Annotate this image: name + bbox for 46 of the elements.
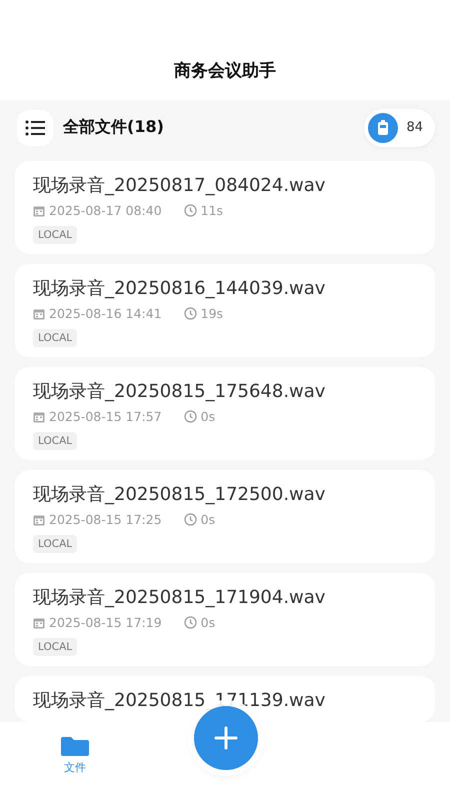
folder-icon	[61, 736, 89, 756]
file-date: 2025-08-15 17:25	[49, 512, 162, 527]
file-card[interactable]: 现场录音_20250815_171139.wav	[15, 676, 435, 722]
clock-icon	[184, 410, 197, 423]
battery-icon	[368, 112, 398, 142]
calendar-icon	[33, 308, 45, 320]
calendar-icon	[33, 410, 45, 422]
file-card[interactable]: 现场录音_20250816_144039.wav 2025-08-16 14:41 19s LOCAL	[15, 264, 435, 357]
file-name: 现场录音_20250815_175648.wav	[33, 380, 326, 403]
file-date: 2025-08-15 17:19	[49, 615, 162, 630]
file-duration: 11s	[200, 203, 224, 218]
app-title: 商务会议助手	[174, 60, 276, 82]
calendar-icon	[33, 514, 45, 526]
file-card[interactable]: 现场录音_20250815_172500.wav 2025-08-15 17:25 0s LOCAL	[15, 470, 435, 563]
file-duration: 19s	[200, 306, 224, 321]
file-duration: 0s	[200, 409, 216, 424]
storage-tag: LOCAL	[33, 329, 78, 347]
plus-icon	[214, 726, 238, 750]
storage-tag: LOCAL	[33, 226, 78, 244]
file-date: 2025-08-16 14:41	[49, 306, 162, 321]
clock-icon	[184, 616, 197, 629]
file-card[interactable]: 现场录音_20250815_175648.wav 2025-08-15 17:57 0s LOCAL	[15, 367, 435, 460]
calendar-icon	[33, 204, 45, 216]
storage-count: 84	[406, 120, 423, 135]
file-name: 现场录音_20250816_144039.wav	[33, 277, 326, 300]
clock-icon	[184, 307, 197, 320]
file-name: 现场录音_20250815_171904.wav	[33, 586, 326, 609]
file-card[interactable]: 现场录音_20250817_084024.wav 2025-08-17 08:40 11s LOCAL	[15, 161, 435, 254]
storage-tag: LOCAL	[33, 638, 78, 656]
storage-tag: LOCAL	[33, 535, 78, 553]
file-duration: 0s	[200, 512, 216, 527]
file-date: 2025-08-17 08:40	[49, 203, 162, 218]
menu-icon	[25, 120, 45, 136]
menu-button[interactable]	[17, 110, 53, 146]
storage-tag: LOCAL	[33, 432, 78, 450]
file-duration: 0s	[200, 615, 216, 630]
file-date: 2025-08-15 17:57	[49, 409, 162, 424]
file-name: 现场录音_20250815_172500.wav	[33, 483, 326, 506]
file-card[interactable]: 现场录音_20250815_171904.wav 2025-08-15 17:19 0s LOCAL	[15, 573, 435, 666]
calendar-icon	[33, 616, 45, 628]
list-title: 全部文件(18)	[63, 117, 165, 138]
clock-icon	[184, 204, 197, 217]
file-name: 现场录音_20250817_084024.wav	[33, 174, 326, 197]
storage-badge[interactable]: 84	[364, 108, 435, 146]
clock-icon	[184, 513, 197, 526]
file-name: 现场录音_20250815_171139.wav	[33, 689, 326, 712]
